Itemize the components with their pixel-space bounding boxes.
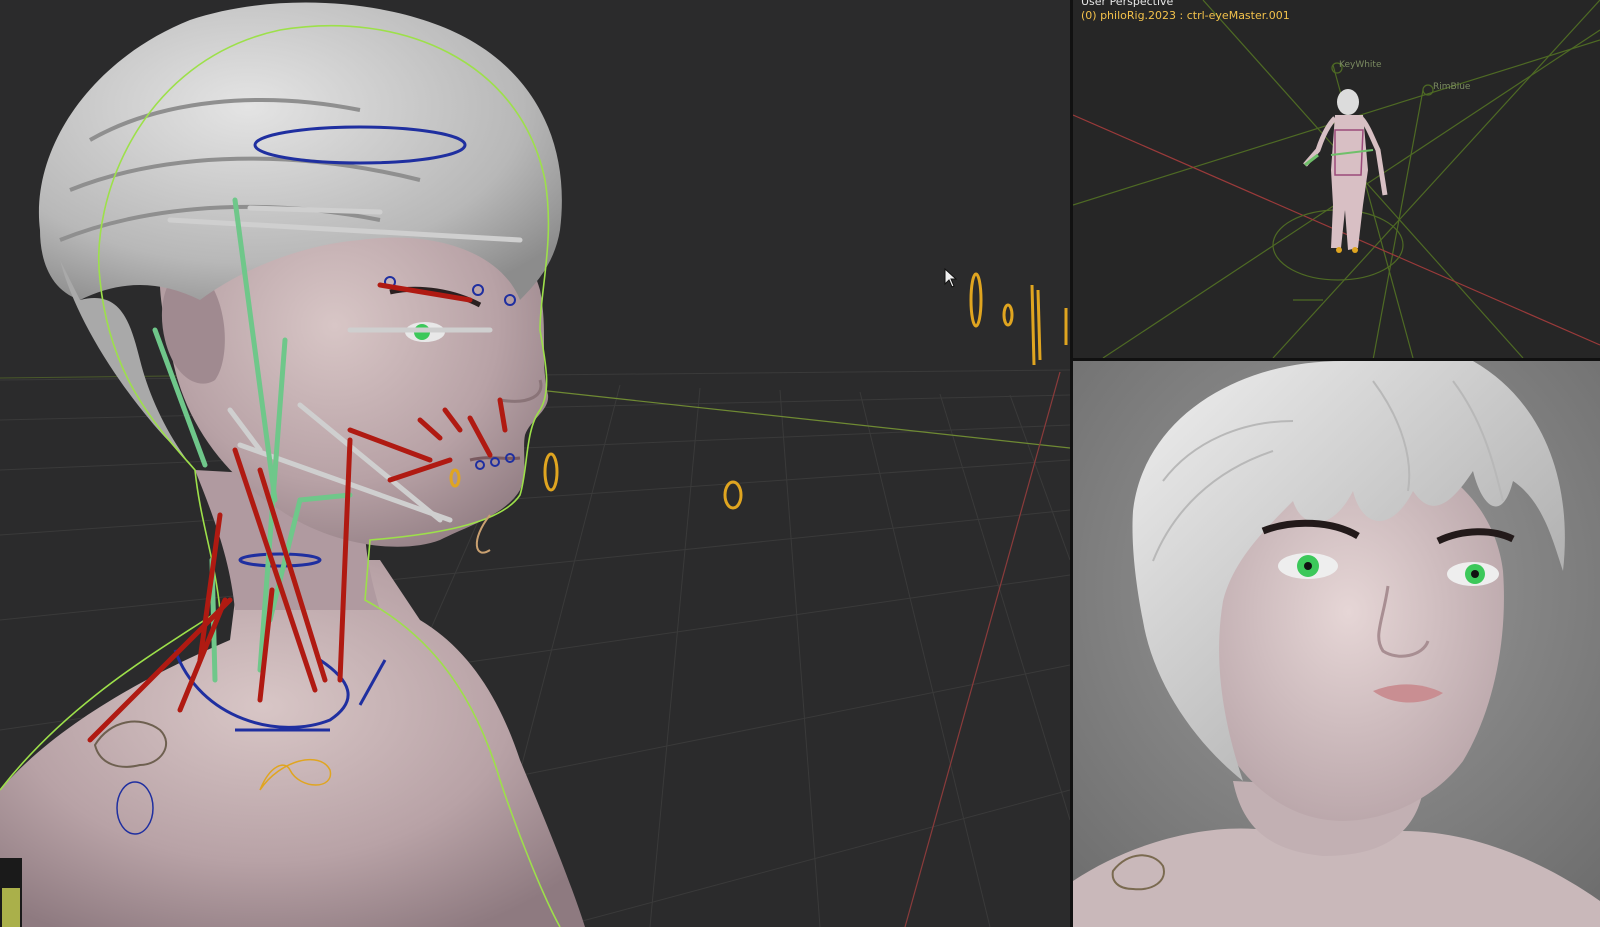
mouse-pointer-icon	[944, 268, 958, 288]
viewport-title: User Perspective	[1081, 0, 1174, 8]
rendered-viewport-canvas	[1073, 361, 1600, 927]
blender-workspace: User Perspective (0) philoRig.2023 : ctr…	[0, 0, 1600, 927]
main-viewport-canvas	[0, 0, 1070, 927]
active-object-label: (0) philoRig.2023 : ctrl-eyeMaster.001	[1081, 9, 1290, 22]
main-3d-viewport[interactable]	[0, 0, 1070, 927]
color-swatch	[2, 888, 20, 927]
light-label-keywhite: KeyWhite	[1339, 60, 1382, 70]
light-label-rimblue: RimBlue	[1433, 82, 1471, 92]
perspective-viewport[interactable]: User Perspective (0) philoRig.2023 : ctr…	[1073, 0, 1600, 358]
side-panel-tab[interactable]	[0, 858, 22, 927]
perspective-viewport-canvas	[1073, 0, 1600, 358]
rendered-viewport[interactable]	[1073, 361, 1600, 927]
